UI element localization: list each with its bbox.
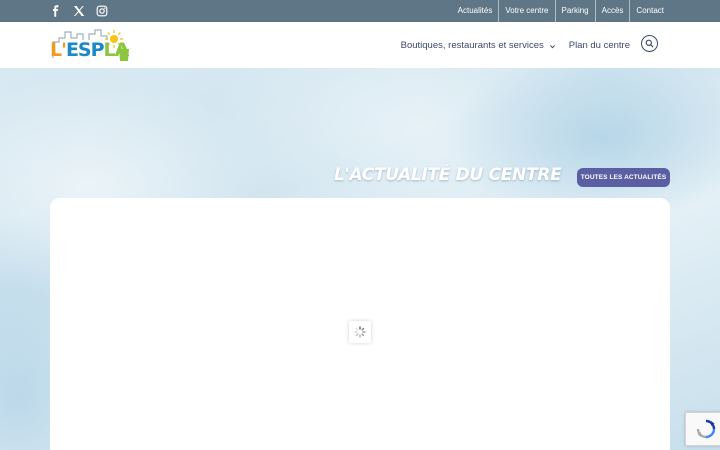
site-header: L'ESPLA Boutiques, restaurants et servic… [0,22,720,68]
main-nav: Boutiques, restaurants et services Plan … [388,22,630,68]
section-title: L'ACTUALITÉ DU CENTRE [334,165,562,185]
top-bar: Actualités Votre centre Parking Accès Co… [0,0,720,22]
top-nav-divider [554,0,556,22]
nav-label: Boutiques, restaurants et services [400,39,544,51]
top-nav-parking[interactable]: Parking [556,0,595,22]
recaptcha-icon [696,419,715,439]
loading-spinner-icon [349,321,371,343]
news-section: L'ACTUALITÉ DU CENTRE TOUTES LES ACTUALI… [0,68,720,450]
nav-label: Plan du centre [568,39,630,51]
site-logo[interactable]: L'ESPLA [49,28,131,64]
x-twitter-icon[interactable] [73,5,85,17]
nav-boutiques-restaurants-services[interactable]: Boutiques, restaurants et services [401,40,556,51]
top-nav-actualites[interactable]: Actualités [452,0,499,22]
recaptcha-badge[interactable] [685,412,720,446]
all-news-button[interactable]: TOUTES LES ACTUALITÉS [577,168,670,187]
top-nav-divider [498,0,500,22]
news-carousel-card [50,198,670,450]
top-nav-contact[interactable]: Contact [630,0,670,22]
facebook-icon[interactable] [50,5,62,17]
search-icon [645,39,654,48]
chevron-down-icon [549,42,556,49]
top-nav: Actualités Votre centre Parking Accès Co… [452,0,670,22]
top-nav-votre-centre[interactable]: Votre centre [499,0,554,22]
top-nav-divider [594,0,596,22]
top-nav-acces[interactable]: Accès [596,0,630,22]
logo-wordmark: L'ESPLA [50,39,129,61]
nav-plan-du-centre[interactable]: Plan du centre [569,40,630,51]
instagram-icon[interactable] [96,5,108,17]
search-button[interactable] [641,35,658,52]
top-nav-divider [629,0,631,22]
social-links [50,5,108,17]
